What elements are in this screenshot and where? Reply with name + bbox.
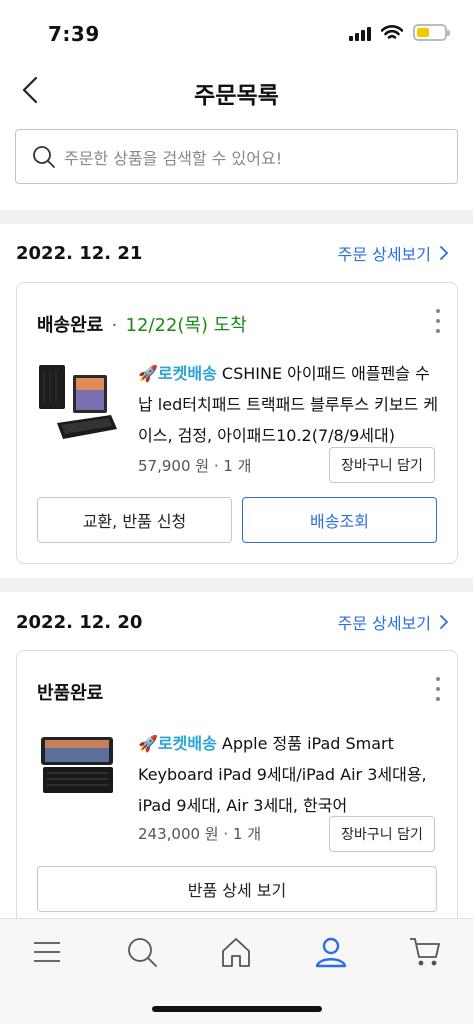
search-input[interactable]: 주문한 상품을 검색할 수 있어요! (15, 129, 458, 184)
status-separator: · (111, 315, 118, 336)
track-delivery-button[interactable]: 배송조회 (242, 497, 437, 543)
order-card: 배송완료 · 12/22(목) 도착 🚀로켓배송 CSHINE 아이패드 애플펜… (16, 282, 458, 564)
section-divider (0, 578, 473, 592)
rocket-delivery-label: 로켓배송 (157, 734, 217, 753)
status-time: 7:39 (48, 22, 100, 46)
delivery-status: 반품완료 (37, 679, 103, 705)
section-divider (0, 210, 473, 224)
status-text: 배송완료 (37, 315, 104, 336)
search-icon (33, 145, 55, 168)
product-name[interactable]: 🚀로켓배송 Apple 정품 iPad Smart Keyboard iPad … (138, 728, 442, 821)
wifi-icon (381, 24, 403, 39)
add-to-cart-button[interactable]: 장바구니 담기 (329, 816, 435, 852)
chevron-right-icon (440, 615, 449, 629)
add-to-cart-button[interactable]: 장바구니 담기 (329, 447, 435, 483)
order-detail-link[interactable]: 주문 상세보기 (338, 610, 449, 634)
product-thumbnail[interactable] (37, 363, 119, 443)
status-text: 반품완료 (37, 683, 104, 704)
search-placeholder: 주문한 상품을 검색할 수 있어요! (64, 148, 283, 168)
delivery-status: 배송완료 · 12/22(목) 도착 (37, 311, 247, 337)
search-icon[interactable] (125, 935, 159, 969)
order-date: 2022. 12. 20 (16, 612, 143, 633)
rocket-delivery-label: 로켓배송 (157, 364, 217, 383)
product-price: 57,900 원 · 1 개 (138, 457, 252, 475)
more-options-icon[interactable] (433, 677, 443, 701)
home-indicator (152, 1006, 322, 1012)
status-bar: 7:39 (0, 0, 473, 60)
order-detail-label: 주문 상세보기 (337, 245, 431, 264)
order-date: 2022. 12. 21 (16, 243, 143, 264)
exchange-return-button[interactable]: 교환, 반품 신청 (37, 497, 232, 543)
home-icon[interactable] (219, 935, 253, 969)
cart-icon[interactable] (408, 935, 442, 969)
arrival-date: 12/22(목) 도착 (125, 315, 247, 336)
more-options-icon[interactable] (433, 309, 443, 333)
chevron-right-icon (440, 246, 449, 260)
header: 주문목록 (0, 60, 473, 122)
return-detail-button[interactable]: 반품 상세 보기 (37, 866, 437, 912)
page-title: 주문목록 (194, 83, 279, 109)
order-detail-link[interactable]: 주문 상세보기 (338, 241, 449, 265)
product-thumbnail[interactable] (37, 733, 119, 813)
user-icon[interactable] (314, 935, 348, 969)
signal-icon (349, 25, 371, 41)
order-card: 반품완료 🚀로켓배송 Apple 정품 iPad Smart Keyboard … (16, 650, 458, 930)
product-price: 243,000 원 · 1 개 (138, 825, 262, 843)
status-icons (349, 24, 450, 41)
rocket-icon: 🚀 (138, 734, 158, 753)
product-name[interactable]: 🚀로켓배송 CSHINE 아이패드 애플펜슬 수납 led터치패드 트랙패드 블… (138, 358, 442, 451)
battery-icon (413, 24, 450, 41)
menu-icon[interactable] (30, 935, 64, 969)
order-detail-label: 주문 상세보기 (337, 614, 431, 633)
rocket-icon: 🚀 (138, 364, 158, 383)
